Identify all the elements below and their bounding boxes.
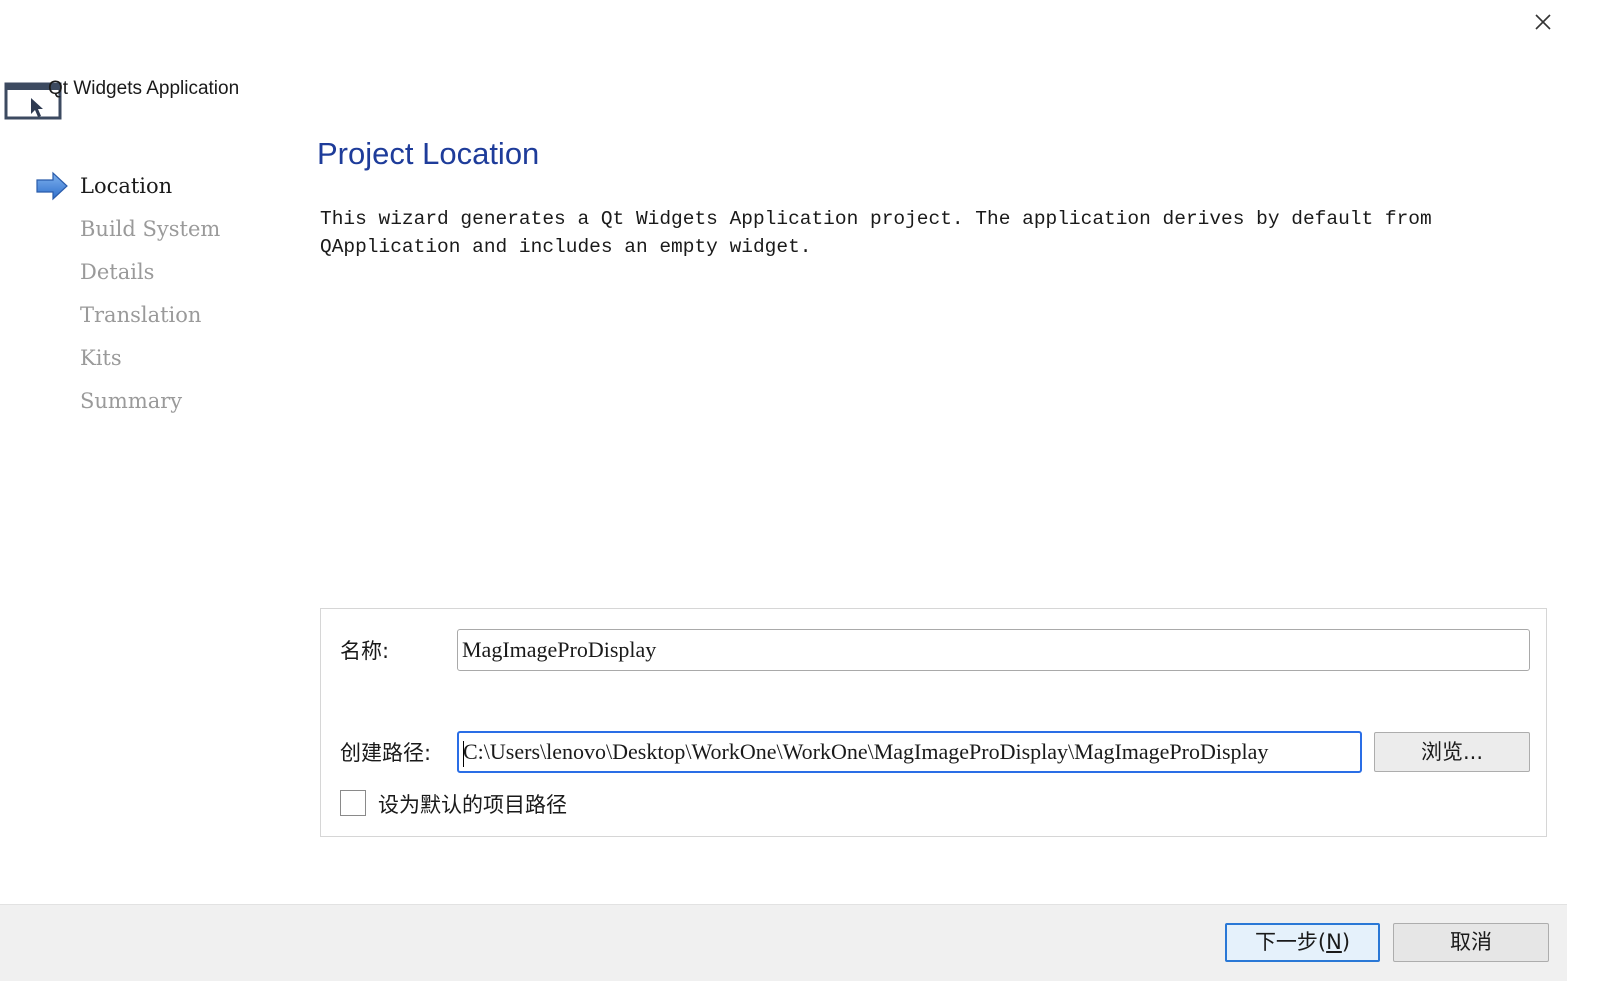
step-summary: Summary — [0, 383, 300, 426]
step-label: Location — [80, 174, 173, 198]
default-path-label: 设为默认的项目路径 — [378, 793, 567, 817]
path-input-value: C:\Users\lenovo\Desktop\WorkOne\WorkOne\… — [463, 739, 1269, 764]
next-label-suffix: ) — [1341, 930, 1351, 954]
step-kits: Kits — [0, 340, 300, 383]
wizard-header: Qt Widgets Application — [0, 74, 400, 120]
close-icon — [1535, 14, 1551, 30]
wizard-steps: Location Build System Details Translatio… — [0, 168, 300, 426]
name-input[interactable]: MagImageProDisplay — [457, 629, 1530, 671]
cancel-button[interactable]: 取消 — [1393, 923, 1549, 962]
next-mnemonic: N — [1326, 930, 1342, 954]
next-button[interactable]: 下一步(N) — [1225, 923, 1380, 962]
project-location-form: 名称: MagImageProDisplay 创建路径: C:\Users\le… — [320, 608, 1547, 837]
wizard-footer: 下一步(N) 取消 — [0, 904, 1567, 981]
name-label: 名称: — [340, 639, 390, 663]
close-button[interactable] — [1530, 8, 1558, 36]
step-build-system: Build System — [0, 211, 300, 254]
step-label: Summary — [80, 389, 183, 413]
step-label: Kits — [80, 346, 122, 370]
step-label: Build System — [80, 217, 221, 241]
step-location: Location — [0, 168, 300, 211]
path-label: 创建路径: — [340, 741, 432, 765]
wizard-window: Qt Widgets Application Location Build Sy… — [0, 0, 1602, 1001]
step-translation: Translation — [0, 297, 300, 340]
next-label-prefix: 下一步( — [1254, 930, 1327, 954]
name-input-value: MagImageProDisplay — [462, 637, 657, 662]
step-details: Details — [0, 254, 300, 297]
step-label: Translation — [80, 303, 202, 327]
path-input[interactable]: C:\Users\lenovo\Desktop\WorkOne\WorkOne\… — [457, 731, 1362, 773]
browse-button[interactable]: 浏览... — [1374, 732, 1530, 772]
arrow-right-icon — [36, 171, 68, 201]
step-label: Details — [80, 260, 155, 284]
page-description: This wizard generates a Qt Widgets Appli… — [320, 208, 1432, 258]
page-title: Project Location — [317, 136, 540, 171]
wizard-title: Qt Widgets Application — [48, 78, 240, 99]
default-path-checkbox[interactable] — [340, 790, 366, 816]
